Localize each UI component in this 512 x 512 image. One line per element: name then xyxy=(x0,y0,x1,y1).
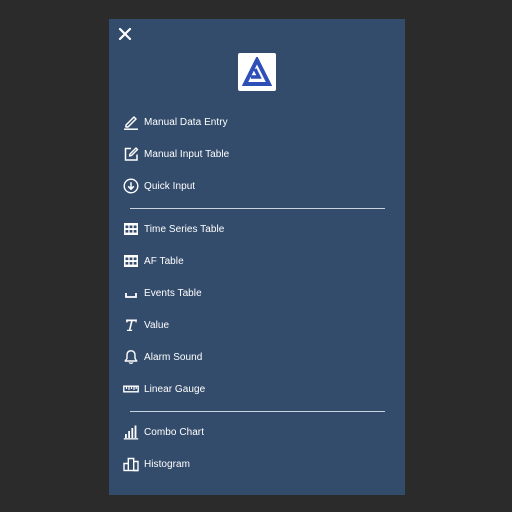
menu-item-label: Linear Gauge xyxy=(144,383,206,395)
text-t-icon xyxy=(123,317,139,333)
ruler-icon xyxy=(123,381,139,397)
edit-square-icon xyxy=(123,146,139,162)
bracket-icon xyxy=(123,285,139,301)
menu-item-label: Time Series Table xyxy=(144,223,225,235)
menu-item-value[interactable]: Value xyxy=(123,313,383,337)
menu-item-combo-chart[interactable]: Combo Chart xyxy=(123,420,383,444)
histogram-icon xyxy=(123,456,139,472)
pencil-icon xyxy=(123,114,139,130)
table-grid-icon xyxy=(123,253,139,269)
menu-item-manual-input-table[interactable]: Manual Input Table xyxy=(123,142,383,166)
circle-arrow-down-icon xyxy=(123,178,139,194)
logo-mark-icon xyxy=(242,57,272,86)
menu-item-label: AF Table xyxy=(144,255,184,267)
menu-divider xyxy=(130,411,385,412)
menu-divider xyxy=(130,208,385,209)
menu-item-af-table[interactable]: AF Table xyxy=(123,249,383,273)
menu-panel: Manual Data Entry Manual Input Table Qui… xyxy=(109,19,405,495)
menu-item-histogram[interactable]: Histogram xyxy=(123,452,383,476)
menu-item-label: Events Table xyxy=(144,287,202,299)
menu-item-label: Alarm Sound xyxy=(144,351,203,363)
table-grid-icon xyxy=(123,221,139,237)
menu-item-label: Value xyxy=(144,319,170,331)
menu-item-label: Manual Input Table xyxy=(144,148,230,160)
menu-item-linear-gauge[interactable]: Linear Gauge xyxy=(123,377,383,401)
bar-chart-icon xyxy=(123,424,139,440)
menu-item-manual-data-entry[interactable]: Manual Data Entry xyxy=(123,110,383,134)
menu-item-time-series-table[interactable]: Time Series Table xyxy=(123,217,383,241)
menu-item-label: Histogram xyxy=(144,458,191,470)
close-icon[interactable] xyxy=(118,27,132,41)
bell-icon xyxy=(123,349,139,365)
app-logo xyxy=(238,53,276,91)
menu-item-alarm-sound[interactable]: Alarm Sound xyxy=(123,345,383,369)
menu-item-events-table[interactable]: Events Table xyxy=(123,281,383,305)
menu-item-label: Manual Data Entry xyxy=(144,116,228,128)
menu-item-label: Combo Chart xyxy=(144,426,205,438)
menu-item-label: Quick Input xyxy=(144,180,196,192)
menu-item-quick-input[interactable]: Quick Input xyxy=(123,174,383,198)
